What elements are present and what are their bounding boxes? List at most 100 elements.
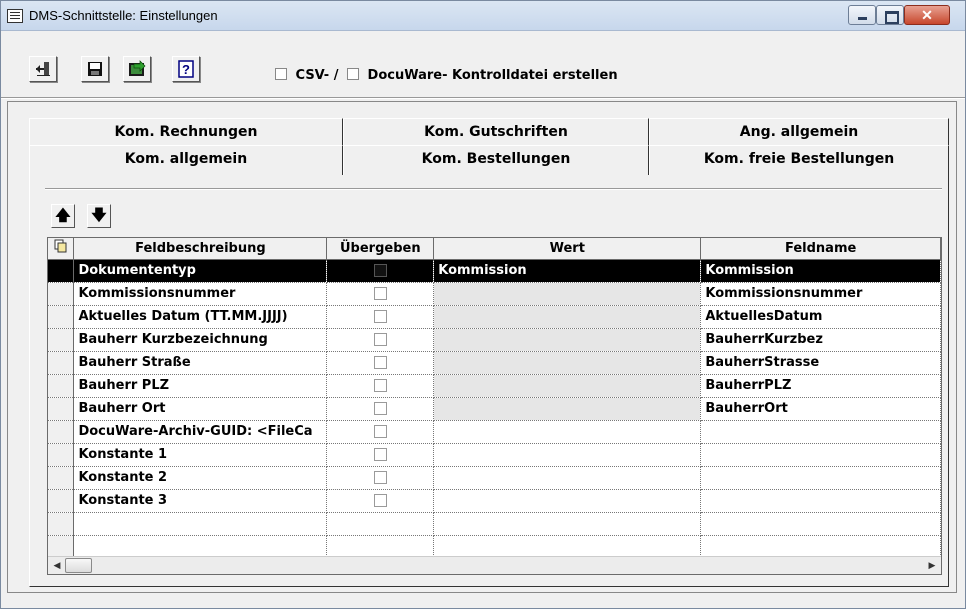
cell-feldbeschreibung[interactable]: Konstante 1 — [73, 443, 328, 467]
uebergeben-checkbox[interactable] — [373, 379, 387, 392]
cell-uebergeben[interactable] — [326, 259, 435, 283]
table-row[interactable]: Konstante 2 — [48, 466, 941, 490]
csv-checkbox[interactable] — [275, 68, 287, 80]
table-row[interactable]: Konstante 1 — [48, 443, 941, 467]
empty-cell[interactable] — [48, 512, 75, 536]
move-down-button[interactable]: 🡇 — [87, 204, 111, 228]
table-row[interactable]: Kommissionsnummer Kommissionsnummer — [48, 282, 941, 306]
cell-uebergeben[interactable] — [326, 374, 435, 398]
table-row[interactable]: Bauherr Kurzbezeichnung BauherrKurzbez — [48, 328, 941, 352]
row-indicator[interactable] — [48, 259, 75, 283]
cell-feldname[interactable]: Kommissionsnummer — [700, 282, 941, 306]
tab-kom-rechnungen[interactable]: Kom. Rechnungen — [29, 118, 343, 145]
cell-feldname[interactable] — [700, 443, 941, 467]
tab-kom-allgemein[interactable]: Kom. allgemein — [29, 145, 343, 175]
cell-feldbeschreibung[interactable]: Konstante 3 — [73, 489, 328, 513]
export-button[interactable] — [123, 56, 151, 82]
cell-feldname[interactable] — [700, 489, 941, 513]
cell-uebergeben[interactable] — [326, 282, 435, 306]
scroll-right-icon[interactable]: ▶ — [925, 557, 939, 574]
table-row[interactable]: Bauherr Straße BauherrStrasse — [48, 351, 941, 375]
cell-feldname[interactable]: Kommission — [700, 259, 941, 283]
empty-cell[interactable] — [433, 535, 702, 559]
save-button[interactable] — [81, 56, 109, 82]
empty-cell[interactable] — [48, 535, 75, 559]
cell-wert[interactable] — [433, 397, 702, 421]
docuware-checkbox[interactable] — [347, 68, 359, 80]
cell-uebergeben[interactable] — [326, 420, 435, 444]
cell-feldbeschreibung[interactable]: DocuWare-Archiv-GUID: <FileCa — [73, 420, 328, 444]
maximize-button[interactable] — [876, 5, 904, 25]
scroll-thumb[interactable] — [65, 558, 92, 573]
move-up-button[interactable]: 🡅 — [51, 204, 75, 228]
cell-feldname[interactable]: BauherrStrasse — [700, 351, 941, 375]
row-indicator[interactable] — [48, 489, 75, 513]
tab-kom-gutschriften[interactable]: Kom. Gutschriften — [343, 118, 649, 145]
cell-wert[interactable] — [433, 282, 702, 306]
cell-uebergeben[interactable] — [326, 328, 435, 352]
uebergeben-checkbox[interactable] — [373, 402, 387, 415]
row-indicator[interactable] — [48, 282, 75, 306]
uebergeben-checkbox[interactable] — [373, 356, 387, 369]
empty-cell[interactable] — [73, 512, 328, 536]
cell-feldbeschreibung[interactable]: Konstante 2 — [73, 466, 328, 490]
cell-uebergeben[interactable] — [326, 489, 435, 513]
cell-uebergeben[interactable] — [326, 466, 435, 490]
row-indicator[interactable] — [48, 397, 75, 421]
exit-button[interactable] — [29, 56, 57, 82]
cell-feldname[interactable]: BauherrPLZ — [700, 374, 941, 398]
cell-feldname[interactable]: BauherrOrt — [700, 397, 941, 421]
tab-ang-allgemein[interactable]: Ang. allgemein — [649, 118, 949, 145]
cell-feldbeschreibung[interactable]: Bauherr Ort — [73, 397, 328, 421]
cell-feldname[interactable]: AktuellesDatum — [700, 305, 941, 329]
minimize-button[interactable] — [848, 5, 876, 25]
cell-wert[interactable] — [433, 420, 702, 444]
col-feldname[interactable]: Feldname — [700, 238, 941, 260]
cell-uebergeben[interactable] — [326, 351, 435, 375]
cell-feldname[interactable]: BauherrKurzbez — [700, 328, 941, 352]
uebergeben-checkbox[interactable] — [373, 425, 387, 438]
cell-wert[interactable]: Kommission — [433, 259, 702, 283]
uebergeben-checkbox[interactable] — [373, 494, 387, 507]
cell-uebergeben[interactable] — [326, 397, 435, 421]
row-indicator[interactable] — [48, 328, 75, 352]
uebergeben-checkbox[interactable] — [373, 333, 387, 346]
cell-wert[interactable] — [433, 466, 702, 490]
table-row[interactable]: DocuWare-Archiv-GUID: <FileCa — [48, 420, 941, 444]
cell-feldbeschreibung[interactable]: Dokumententyp — [73, 259, 328, 283]
row-indicator[interactable] — [48, 420, 75, 444]
table-row[interactable]: Aktuelles Datum (TT.MM.JJJJ) AktuellesDat… — [48, 305, 941, 329]
empty-cell[interactable] — [326, 512, 435, 536]
row-indicator[interactable] — [48, 443, 75, 467]
cell-wert[interactable] — [433, 443, 702, 467]
uebergeben-checkbox[interactable] — [373, 448, 387, 461]
table-row[interactable]: Konstante 3 — [48, 489, 941, 513]
cell-feldbeschreibung[interactable]: Kommissionsnummer — [73, 282, 328, 306]
tab-kom-bestellungen[interactable]: Kom. Bestellungen — [343, 145, 649, 175]
col-uebergeben[interactable]: Übergeben — [326, 238, 435, 260]
row-indicator[interactable] — [48, 374, 75, 398]
tab-kom-freie-bestellungen[interactable]: Kom. freie Bestellungen — [649, 145, 949, 175]
empty-cell[interactable] — [700, 535, 941, 559]
help-button[interactable]: ? — [172, 56, 200, 82]
close-button[interactable]: ✕ — [904, 5, 950, 25]
horizontal-scrollbar[interactable]: ◀ ▶ — [48, 556, 941, 574]
cell-feldbeschreibung[interactable]: Aktuelles Datum (TT.MM.JJJJ) — [73, 305, 328, 329]
copy-icon[interactable] — [48, 238, 75, 260]
cell-wert[interactable] — [433, 351, 702, 375]
row-indicator[interactable] — [48, 305, 75, 329]
empty-cell[interactable] — [326, 535, 435, 559]
table-row-empty[interactable] — [48, 512, 941, 536]
cell-uebergeben[interactable] — [326, 443, 435, 467]
cell-feldname[interactable] — [700, 466, 941, 490]
cell-wert[interactable] — [433, 374, 702, 398]
scroll-left-icon[interactable]: ◀ — [50, 557, 64, 574]
empty-cell[interactable] — [433, 512, 702, 536]
cell-feldbeschreibung[interactable]: Bauherr PLZ — [73, 374, 328, 398]
table-row[interactable]: Dokumententyp Kommission Kommission — [48, 259, 941, 283]
cell-feldname[interactable] — [700, 420, 941, 444]
uebergeben-checkbox[interactable] — [373, 310, 387, 323]
cell-wert[interactable] — [433, 328, 702, 352]
uebergeben-checkbox[interactable] — [373, 471, 387, 484]
cell-feldbeschreibung[interactable]: Bauherr Straße — [73, 351, 328, 375]
